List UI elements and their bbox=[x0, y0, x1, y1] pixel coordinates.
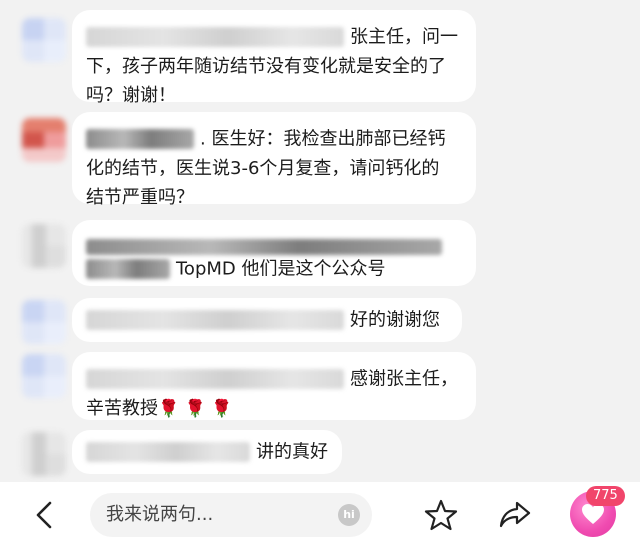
share-icon[interactable] bbox=[498, 498, 532, 532]
redacted-username bbox=[86, 369, 344, 389]
like-count-badge: 775 bbox=[586, 486, 625, 506]
comment-input-placeholder: 我来说两句... bbox=[106, 504, 214, 525]
rose-emoji: 🌹 🌹 🌹 bbox=[158, 398, 233, 419]
avatar[interactable] bbox=[22, 432, 66, 476]
comment-text: 化的结节，医生说3-6个月复查，请问钙化的 bbox=[86, 157, 440, 179]
redacted-username bbox=[86, 310, 344, 330]
heart-icon bbox=[582, 504, 604, 524]
comment-bubble: 讲的真好 bbox=[72, 430, 342, 474]
comment-list: 张主任，问一 下，孩子两年随访结节没有变化就是安全的了 吗？谢谢！ . 医生好：… bbox=[0, 0, 640, 482]
hi-emoji-icon[interactable]: hi bbox=[338, 504, 360, 526]
back-arrow-icon[interactable] bbox=[30, 500, 60, 530]
bottom-bar: 我来说两句... hi 775 bbox=[0, 482, 640, 550]
redacted-username bbox=[86, 442, 250, 462]
comment-input[interactable]: 我来说两句... hi bbox=[90, 493, 372, 537]
comment-text: 结节严重吗？ bbox=[86, 186, 194, 208]
comment-text: TopMD 他们是这个公众号 bbox=[176, 258, 386, 280]
avatar[interactable] bbox=[22, 118, 66, 162]
comment-text: 辛苦教授 bbox=[86, 397, 158, 419]
comment-text: 张主任，问一 bbox=[350, 26, 458, 48]
avatar[interactable] bbox=[22, 224, 66, 268]
redacted-username bbox=[86, 27, 344, 47]
avatar[interactable] bbox=[22, 300, 66, 344]
star-icon[interactable] bbox=[424, 498, 458, 532]
comment-bubble: TopMD 他们是这个公众号 bbox=[72, 220, 476, 286]
comment-bubble: . 医生好：我检查出肺部已经钙 化的结节，医生说3-6个月复查，请问钙化的 结节… bbox=[72, 112, 476, 208]
comment-text: . 医生好：我检查出肺部已经钙 bbox=[200, 128, 446, 150]
comment-bubble: 感谢张主任， 辛苦教授🌹 🌹 🌹 bbox=[72, 352, 476, 420]
comment-text: 感谢张主任， bbox=[350, 368, 458, 390]
comment-bubble: 张主任，问一 下，孩子两年随访结节没有变化就是安全的了 吗？谢谢！ bbox=[72, 10, 476, 106]
comment-text: 吗？谢谢！ bbox=[86, 84, 176, 106]
redacted-username bbox=[86, 129, 194, 149]
redacted-text bbox=[86, 239, 442, 255]
comment-text: 好的谢谢您 bbox=[350, 309, 440, 331]
redacted-text bbox=[86, 259, 170, 279]
comment-text: 讲的真好 bbox=[256, 441, 328, 463]
avatar[interactable] bbox=[22, 354, 66, 398]
comment-bubble: 好的谢谢您 bbox=[72, 298, 462, 342]
avatar[interactable] bbox=[22, 18, 66, 62]
comment-text: 下，孩子两年随访结节没有变化就是安全的了 bbox=[86, 55, 446, 77]
